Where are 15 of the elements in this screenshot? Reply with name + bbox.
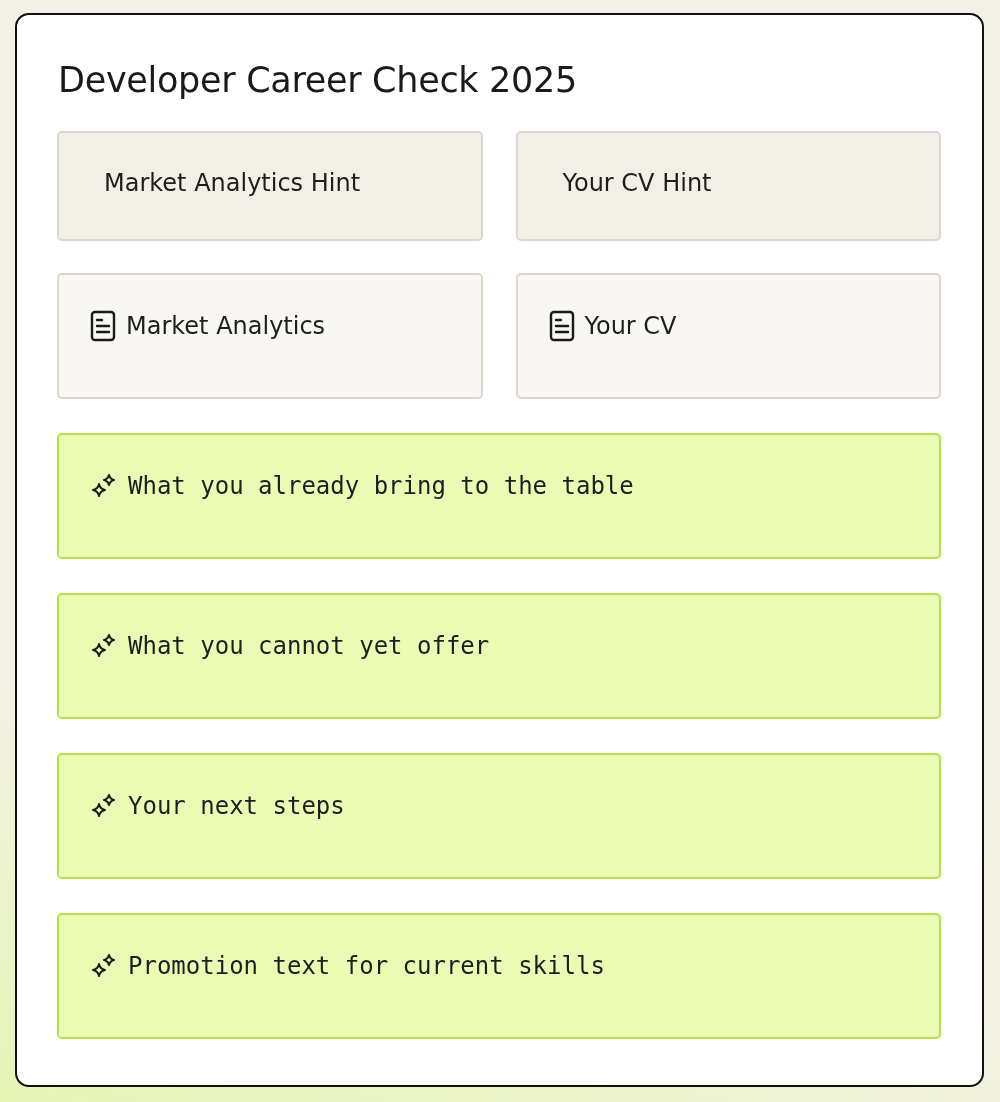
document-button[interactable]: Your CV [515,273,941,399]
sparkle-icon [90,952,118,980]
document-icon [90,310,116,342]
sparkle-icon [90,632,118,660]
hint-button[interactable]: Market Analytics Hint [57,131,483,241]
document-button[interactable]: Market Analytics [57,273,483,399]
action-button[interactable]: What you cannot yet offer [57,593,941,719]
action-button[interactable]: Your next steps [57,753,941,879]
action-button[interactable]: What you already bring to the table [57,433,941,559]
sparkle-icon [90,792,118,820]
hint-button[interactable]: Your CV Hint [515,131,941,241]
action-button[interactable]: Promotion text for current skills [57,913,941,1039]
document-icon [548,310,575,342]
page-title: Developer Career Check 2025 [58,59,578,101]
sparkle-icon [90,472,118,500]
